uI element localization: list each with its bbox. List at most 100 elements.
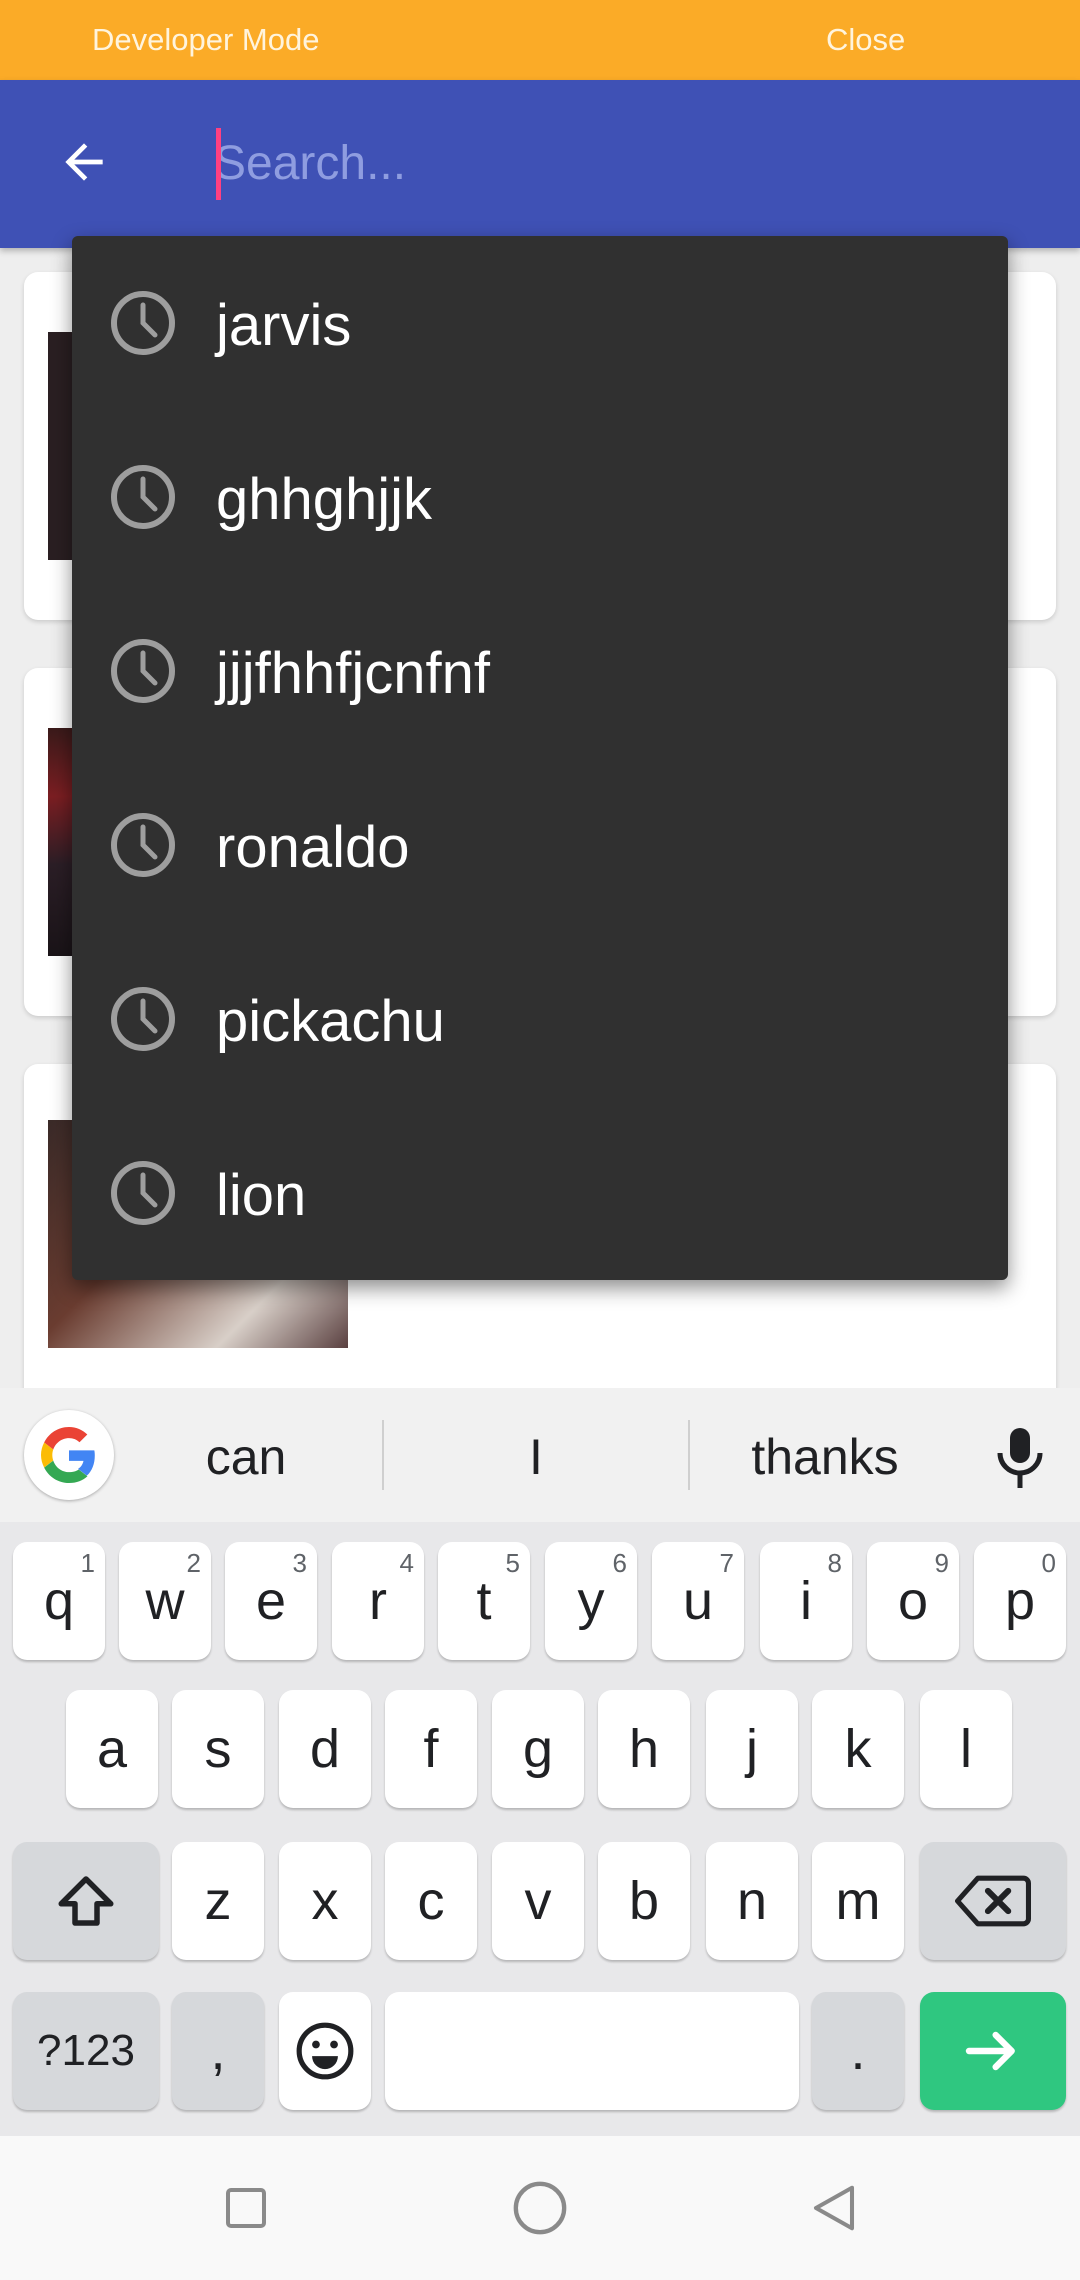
key-l[interactable]: l (920, 1690, 1012, 1808)
key-label: p (1004, 1571, 1036, 1631)
period-key[interactable]: . (812, 1992, 904, 2110)
key-k[interactable]: k (812, 1690, 904, 1808)
system-navigation-bar (0, 2136, 1080, 2280)
clock-icon (111, 291, 175, 355)
arrow-right-icon (965, 2031, 1015, 2071)
google-g-icon (41, 1427, 95, 1483)
enter-key[interactable] (920, 1992, 1066, 2110)
backspace-key[interactable] (920, 1842, 1066, 1960)
keyboard-suggestion-strip: can I thanks (0, 1388, 1080, 1522)
history-item[interactable]: pickachu (72, 932, 1008, 1106)
microphone-icon[interactable] (990, 1422, 1050, 1494)
key-h[interactable]: h (598, 1690, 690, 1808)
back-button[interactable] (48, 126, 120, 198)
key-a[interactable]: a (66, 1690, 158, 1808)
key-v[interactable]: v (492, 1842, 584, 1960)
key-c[interactable]: c (385, 1842, 477, 1960)
key-s[interactable]: s (172, 1690, 264, 1808)
key-q[interactable]: q1 (13, 1542, 105, 1660)
recents-button[interactable] (208, 2170, 284, 2246)
shift-icon (58, 1876, 114, 1926)
key-hint: 4 (399, 1548, 414, 1578)
key-b[interactable]: b (598, 1842, 690, 1960)
key-e[interactable]: e3 (225, 1542, 317, 1660)
square-icon (226, 2188, 266, 2228)
history-item-label: pickachu (216, 989, 445, 1054)
key-j[interactable]: j (706, 1690, 798, 1808)
space-key[interactable] (385, 1992, 799, 2110)
key-w[interactable]: w2 (119, 1542, 211, 1660)
developer-mode-label: Developer Mode (92, 22, 320, 57)
key-o[interactable]: o9 (867, 1542, 959, 1660)
clock-icon (111, 813, 175, 877)
key-label: q (43, 1571, 75, 1631)
key-d[interactable]: d (279, 1690, 371, 1808)
search-history-dropdown: jarvis ghhghjjk jjjfhhfjcnfnf ronaldo pi… (72, 236, 1008, 1280)
developer-mode-close-button[interactable]: Close (826, 22, 905, 58)
key-label: u (682, 1571, 714, 1631)
suggestion-divider (382, 1420, 384, 1490)
history-item-label: jarvis (216, 293, 352, 358)
keyboard-suggestion[interactable]: I (440, 1428, 632, 1486)
history-item-label: ghhghjjk (216, 467, 433, 532)
developer-mode-banner: Developer Mode Close (0, 0, 1080, 80)
key-f[interactable]: f (385, 1690, 477, 1808)
key-label: i (800, 1571, 812, 1631)
key-y[interactable]: y6 (545, 1542, 637, 1660)
key-label: e (255, 1571, 287, 1631)
key-hint: 0 (1041, 1548, 1056, 1578)
key-p[interactable]: p0 (974, 1542, 1066, 1660)
history-item[interactable]: ghhghjjk (72, 410, 1008, 584)
key-hint: 8 (827, 1548, 842, 1578)
key-label: t (476, 1571, 492, 1631)
clock-icon (111, 465, 175, 529)
key-hint: 3 (292, 1548, 307, 1578)
keyboard-suggestion[interactable]: thanks (710, 1428, 940, 1486)
suggestion-divider (688, 1420, 690, 1490)
clock-icon (111, 639, 175, 703)
key-i[interactable]: i8 (760, 1542, 852, 1660)
search-input[interactable] (214, 120, 1014, 206)
comma-key[interactable]: , (172, 1992, 264, 2110)
key-g[interactable]: g (492, 1690, 584, 1808)
shift-key[interactable] (13, 1842, 159, 1960)
key-z[interactable]: z (172, 1842, 264, 1960)
key-label: o (897, 1571, 929, 1631)
symbols-key[interactable]: ?123 (13, 1992, 159, 2110)
history-item-label: jjjfhhfjcnfnf (216, 641, 491, 706)
key-hint: 5 (505, 1548, 520, 1578)
key-hint: 6 (612, 1548, 627, 1578)
history-item-label: lion (216, 1163, 307, 1228)
key-t[interactable]: t5 (438, 1542, 530, 1660)
key-u[interactable]: u7 (652, 1542, 744, 1660)
search-app-bar (0, 80, 1080, 248)
key-hint: 9 (934, 1548, 949, 1578)
history-item-label: ronaldo (216, 815, 410, 880)
clock-icon (111, 987, 175, 1051)
key-r[interactable]: r4 (332, 1542, 424, 1660)
home-button[interactable] (502, 2170, 578, 2246)
emoji-key[interactable] (279, 1992, 371, 2110)
back-nav-button[interactable] (796, 2170, 872, 2246)
emoji-icon (296, 2022, 354, 2080)
arrow-left-icon (65, 143, 103, 181)
key-m[interactable]: m (812, 1842, 904, 1960)
soft-keyboard: can I thanks q1 w2 e3 r4 t5 y6 u7 i8 o9 … (0, 1388, 1080, 2136)
circle-icon (513, 2181, 567, 2235)
key-label: r (369, 1571, 387, 1631)
key-hint: 2 (186, 1548, 201, 1578)
key-n[interactable]: n (706, 1842, 798, 1960)
keyboard-suggestion[interactable]: can (150, 1428, 342, 1486)
key-label: w (145, 1571, 185, 1631)
history-item[interactable]: jjjfhhfjcnfnf (72, 584, 1008, 758)
key-hint: 7 (719, 1548, 734, 1578)
history-item[interactable]: jarvis (72, 236, 1008, 410)
history-item[interactable]: ronaldo (72, 758, 1008, 932)
triangle-back-icon (813, 2185, 855, 2231)
key-x[interactable]: x (279, 1842, 371, 1960)
backspace-icon (955, 1875, 1031, 1927)
history-item[interactable]: lion (72, 1106, 1008, 1280)
google-button[interactable] (24, 1410, 114, 1500)
key-label: y (577, 1571, 605, 1631)
clock-icon (111, 1161, 175, 1225)
